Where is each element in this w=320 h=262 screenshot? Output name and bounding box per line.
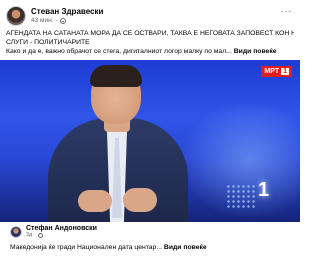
shared-post-meta: Стефан Андоновски 3д · (26, 225, 97, 239)
post-header: Стеван Здравески 43 мин. · (6, 5, 103, 27)
more-options-button[interactable]: ··· (281, 7, 293, 17)
shared-post-preview: Македонија ќе гради Национален дата цент… (10, 244, 163, 251)
post-text-line: АГЕНДАТА НА САТАНАТА МОРА ДА СЕ ОСТВАРИ,… (6, 30, 294, 37)
post-text: АГЕНДАТА НА САТАНАТА МОРА ДА СЕ ОСТВАРИ,… (6, 29, 294, 56)
shared-post-text: Македонија ќе гради Национален дата цент… (10, 244, 207, 251)
post-text-line: СЛУГИ - ПОЛИТИЧАРИТЕ (6, 39, 90, 46)
channel-logo: МРТ 1 (261, 66, 292, 77)
time-separator: · (55, 16, 58, 24)
author-avatar[interactable] (6, 6, 26, 26)
globe-icon (38, 233, 44, 239)
studio-number: 1 (258, 179, 270, 201)
shared-author-name[interactable]: Стефан Андоновски (26, 225, 97, 232)
shared-post[interactable]: Стефан Андоновски 3д · Македонија ќе гра… (0, 222, 300, 262)
post-text-preview: Како и да е, важно обрачот се стега, диг… (6, 48, 232, 55)
shared-post-time[interactable]: 3д (26, 232, 32, 239)
post-text-line: Како и да е, важно обрачот се стега, диг… (6, 47, 294, 56)
shared-author-avatar[interactable] (10, 225, 22, 238)
shared-post-header: Стефан Андоновски 3д · (10, 225, 97, 239)
shared-post-subline: 3д · (26, 232, 97, 239)
see-more-link[interactable]: Види повеќе (234, 48, 277, 55)
feed-post: Стеван Здравески 43 мин. · ··· АГЕНДАТА … (0, 0, 300, 262)
channel-logo-number: 1 (281, 68, 289, 75)
author-name[interactable]: Стеван Здравески (31, 7, 103, 16)
post-meta: Стеван Здравески 43 мин. · (31, 7, 103, 25)
person-right-hand (123, 188, 157, 212)
post-video-thumbnail[interactable]: МРТ 1 1 (0, 60, 300, 222)
post-time[interactable]: 43 мин. (31, 17, 54, 25)
channel-logo-text: МРТ (264, 68, 280, 75)
globe-icon (59, 18, 66, 24)
person-hair (90, 65, 142, 87)
studio-led-wall (226, 184, 256, 210)
post-subline: 43 мин. · (31, 16, 103, 25)
see-more-link[interactable]: Види повеќе (164, 244, 207, 251)
time-separator: · (34, 232, 37, 238)
person-left-hand (78, 190, 112, 212)
